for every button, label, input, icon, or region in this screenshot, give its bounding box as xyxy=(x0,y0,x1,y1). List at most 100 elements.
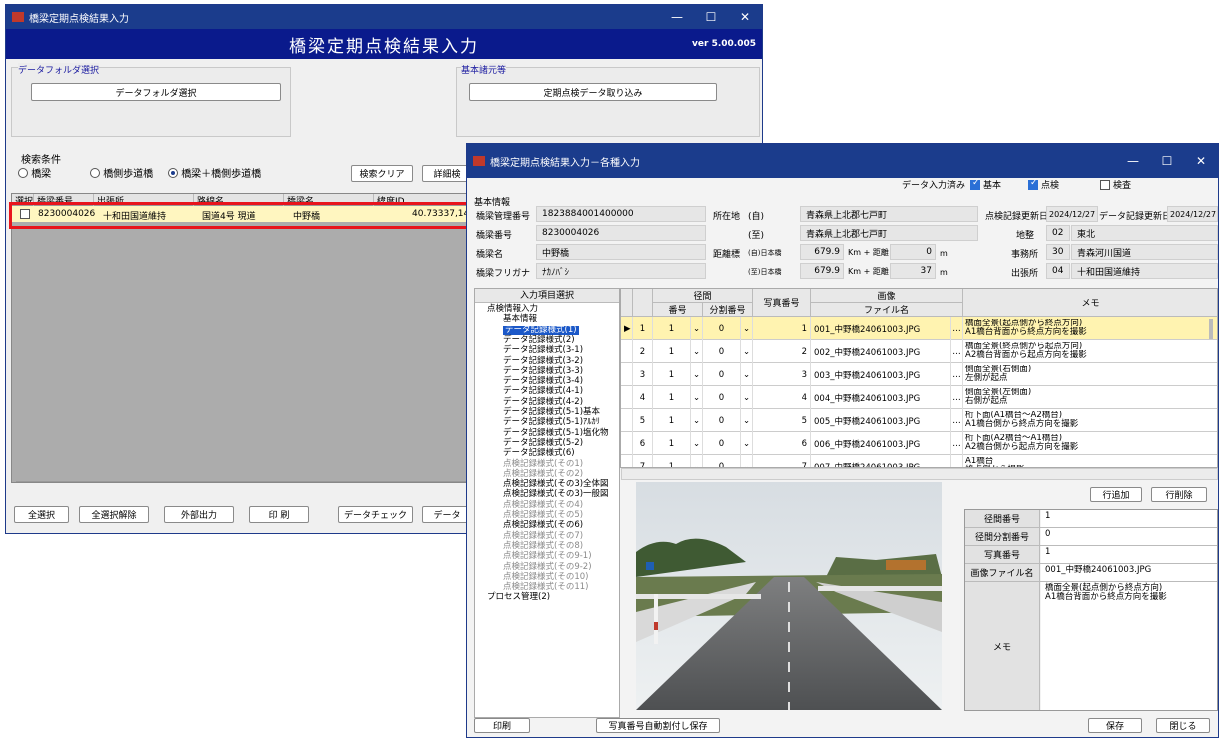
tree-node[interactable]: 点検記録様式(その9-1) xyxy=(503,552,592,561)
data-button[interactable]: データ xyxy=(422,506,472,523)
tree-node[interactable]: データ記録様式(2) xyxy=(503,335,575,345)
office-name-field: 青森河川国道 xyxy=(1071,244,1218,260)
tree-node[interactable]: データ記録様式(5-1)基本 xyxy=(503,408,600,417)
memo-cell[interactable]: 桁下面(A1橋台～A2橋台) A1橋台側から終点方向を撮影 xyxy=(965,411,1205,430)
span-dropdown-icon[interactable]: ⌄ xyxy=(691,340,703,363)
photo-no-cell: 2 xyxy=(753,340,811,363)
print-button[interactable]: 印 刷 xyxy=(249,506,309,523)
grid-row[interactable]: 4 1 ⌄ 0 ⌄ 4 004_中野橋24061003.JPG… 側面全景(左側面) 右側が起… xyxy=(621,386,1217,409)
tree-node[interactable]: 点検記録様式(その3)全体図 xyxy=(503,480,609,489)
tree-node[interactable]: 点検記録様式(その5) xyxy=(503,511,583,520)
memo-cell[interactable]: 側面全景(左側面) 右側が起点 xyxy=(965,388,1205,407)
tree-node[interactable]: 点検記録様式(その11) xyxy=(503,583,588,592)
radio-bridge[interactable]: 橋梁 xyxy=(18,165,51,180)
import-inspection-data-button[interactable]: 定期点検データ取り込み xyxy=(469,83,717,101)
data-folder-select-button[interactable]: データフォルダ選択 xyxy=(31,83,281,101)
tree-node[interactable]: 点検記録様式(その6) xyxy=(503,521,583,530)
tree-node[interactable]: 点検記録様式(その9-2) xyxy=(503,562,592,572)
tree-node[interactable]: 点検記録様式(その2) xyxy=(503,469,583,479)
tree-node[interactable]: データ記録様式(5-1)塩化物 xyxy=(503,428,609,438)
tree-node[interactable]: 点検記録様式(その4) xyxy=(503,500,583,510)
split-dropdown-icon[interactable]: ⌄ xyxy=(741,317,753,340)
file-browse-button[interactable]: … xyxy=(951,340,963,363)
radio-sidewalk[interactable]: 橋側歩道橋 xyxy=(90,165,153,180)
file-browse-button[interactable]: … xyxy=(951,363,963,386)
tree-node[interactable]: 点検記録様式(その3)一般図 xyxy=(503,490,609,499)
grid-scrollbar[interactable] xyxy=(1209,319,1213,339)
grid-row[interactable]: ▶ 1 1 ⌄ 0 ⌄ 1 001_中野橋24061003.JPG… 橋面全景(起点側から終点方… xyxy=(621,317,1217,340)
file-browse-button[interactable]: … xyxy=(951,455,963,467)
close-button[interactable]: 閉じる xyxy=(1156,718,1210,733)
detail-search-button[interactable]: 詳細検 xyxy=(422,165,472,182)
split-dropdown-icon[interactable]: ⌄ xyxy=(741,363,753,386)
tree-node[interactable]: データ記録様式(3-3) xyxy=(503,366,583,376)
auto-number-save-button[interactable]: 写真番号自動割付し保存 xyxy=(596,718,720,733)
minimize-icon[interactable]: — xyxy=(660,10,694,24)
memo-cell[interactable]: A1橋台 終点側から撮影 xyxy=(965,457,1205,467)
close-icon[interactable]: ✕ xyxy=(728,10,762,24)
memo-cell[interactable]: 桁下面(A2橋台～A1橋台) A2橋台側から起点方向を撮影 xyxy=(965,434,1205,453)
span-dropdown-icon[interactable]: ⌄ xyxy=(691,386,703,409)
maximize-icon[interactable]: ☐ xyxy=(1150,154,1184,168)
file-browse-button[interactable]: … xyxy=(951,409,963,432)
tree-node[interactable]: データ記録様式(4-1) xyxy=(503,387,583,396)
tree-node[interactable]: データ記録様式(4-2) xyxy=(503,397,583,407)
close-icon[interactable]: ✕ xyxy=(1184,154,1218,168)
tree-node[interactable]: データ記録様式(3-1) xyxy=(503,346,583,355)
memo-cell[interactable]: 橋面全景(終点側から起点方向) A2橋台背面から起点方向を撮影 xyxy=(965,342,1205,361)
span-dropdown-icon[interactable]: ⌄ xyxy=(691,455,703,467)
tree-node[interactable]: データ記録様式(3-4) xyxy=(503,377,583,386)
file-browse-button[interactable]: … xyxy=(951,386,963,409)
print-button-sub[interactable]: 印刷 xyxy=(474,718,530,733)
split-dropdown-icon[interactable]: ⌄ xyxy=(741,455,753,467)
grid-row[interactable]: 2 1 ⌄ 0 ⌄ 2 002_中野橋24061003.JPG… 橋面全景(終点側から起点方向… xyxy=(621,340,1217,363)
maximize-icon[interactable]: ☐ xyxy=(694,10,728,24)
minimize-icon[interactable]: — xyxy=(1116,154,1150,168)
tree-node[interactable]: プロセス管理(2) xyxy=(487,593,550,602)
tree-node[interactable]: データ記録様式(5-1)ｱﾙｶﾘ xyxy=(503,418,600,427)
prop-value: 001_中野橋24061003.JPG xyxy=(1041,564,1217,581)
split-dropdown-icon[interactable]: ⌄ xyxy=(741,340,753,363)
prop-value[interactable]: 橋面全景(起点側から終点方向) A1橋台背面から終点方向を撮影 xyxy=(1041,582,1217,710)
split-dropdown-icon[interactable]: ⌄ xyxy=(741,386,753,409)
grid-hscroll[interactable] xyxy=(621,468,1218,480)
memo-cell[interactable]: 橋面全景(起点側から終点方向) A1橋台背面から終点方向を撮影 xyxy=(965,319,1205,338)
split-no-cell: 0 xyxy=(703,455,741,467)
tree-node[interactable]: データ記録様式(3-2) xyxy=(503,356,583,366)
tree-node[interactable]: データ記録様式(5-2) xyxy=(503,438,583,448)
grid-row[interactable]: 6 1 ⌄ 0 ⌄ 6 006_中野橋24061003.JPG… 桁下面(A2橋台～A1橋台)… xyxy=(621,432,1217,455)
export-button[interactable]: 外部出力 xyxy=(164,506,234,523)
data-check-button[interactable]: データチェック xyxy=(338,506,413,523)
radio-circle xyxy=(18,168,28,178)
tree-node[interactable]: 基本情報 xyxy=(503,315,537,324)
tree-node[interactable]: 点検情報入力 xyxy=(487,305,538,314)
span-dropdown-icon[interactable]: ⌄ xyxy=(691,432,703,455)
tree-node[interactable]: 点検記録様式(その1) xyxy=(503,459,583,469)
search-clear-button[interactable]: 検索クリア xyxy=(351,165,413,182)
save-button[interactable]: 保存 xyxy=(1088,718,1142,733)
grid-row[interactable]: 5 1 ⌄ 0 ⌄ 5 005_中野橋24061003.JPG… 桁下面(A1橋台～A2橋台)… xyxy=(621,409,1217,432)
tree-node[interactable]: 点検記録様式(その7) xyxy=(503,531,583,541)
row-indicator xyxy=(621,386,633,409)
span-dropdown-icon[interactable]: ⌄ xyxy=(691,409,703,432)
status-basic: 基本 xyxy=(970,178,1001,191)
radio-label: 橋梁 xyxy=(31,169,52,180)
deselect-all-button[interactable]: 全選択解除 xyxy=(79,506,149,523)
select-all-button[interactable]: 全選択 xyxy=(14,506,69,523)
tree-node[interactable]: 点検記録様式(その10) xyxy=(503,572,588,582)
file-browse-button[interactable]: … xyxy=(951,432,963,455)
span-dropdown-icon[interactable]: ⌄ xyxy=(691,317,703,340)
row-add-button[interactable]: 行追加 xyxy=(1090,487,1142,502)
file-browse-button[interactable]: … xyxy=(951,317,963,340)
grid-row[interactable]: 3 1 ⌄ 0 ⌄ 3 003_中野橋24061003.JPG… 側面全景(右側面) 左側が起… xyxy=(621,363,1217,386)
split-dropdown-icon[interactable]: ⌄ xyxy=(741,432,753,455)
memo-cell[interactable]: 側面全景(右側面) 左側が起点 xyxy=(965,365,1205,384)
row-delete-button[interactable]: 行削除 xyxy=(1151,487,1207,502)
split-dropdown-icon[interactable]: ⌄ xyxy=(741,409,753,432)
tree-node[interactable]: データ記録様式(6) xyxy=(503,449,575,458)
radio-both[interactable]: 橋梁＋橋側歩道橋 xyxy=(168,165,261,180)
span-dropdown-icon[interactable]: ⌄ xyxy=(691,363,703,386)
tree-node[interactable]: 点検記録様式(その8) xyxy=(503,541,583,551)
grid-row[interactable]: 71⌄0⌄7007_中野橋24061003.JPG…A1橋台 終点側から撮影 xyxy=(621,455,1217,467)
tree-node[interactable]: データ記録様式(1) xyxy=(503,325,579,335)
